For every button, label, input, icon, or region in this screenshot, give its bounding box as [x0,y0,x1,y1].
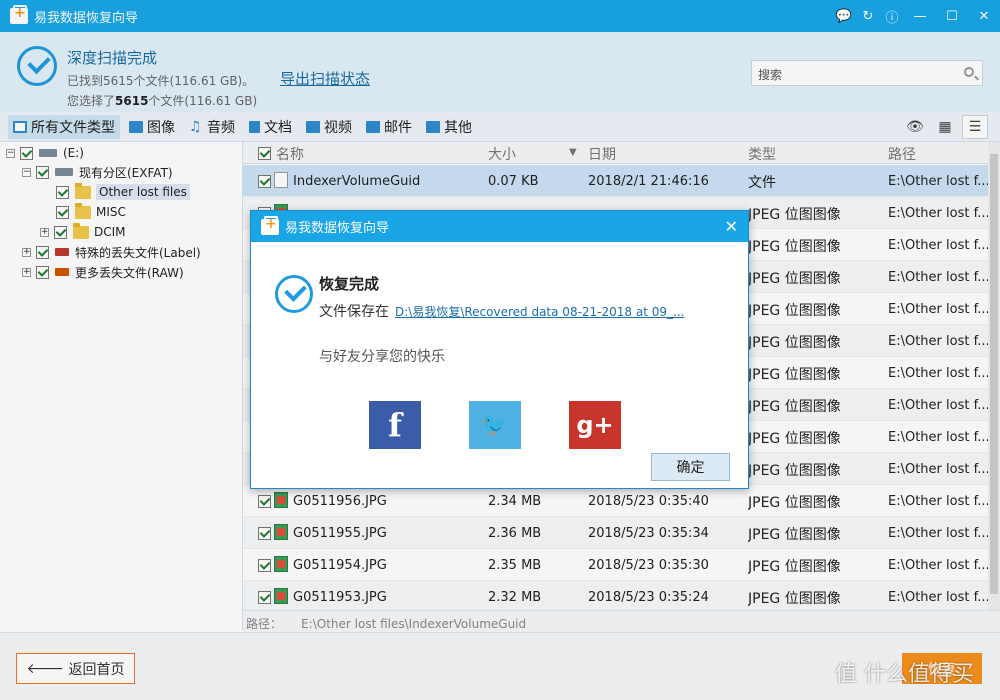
twitter-bird-icon: 🐦 [481,412,509,438]
watermark: 值 什么值得买 [835,662,974,687]
dialog-title: 易我数据恢复向导 [285,221,390,236]
app-icon [261,215,279,235]
recovery-complete-dialog: 易我数据恢复向导 ✕ 恢复完成 文件保存在D:\易我恢复\Recovered d… [250,210,749,489]
google-plus-icon: g+ [576,411,614,439]
facebook-icon: f [388,406,402,444]
google-plus-share-button[interactable]: g+ [569,401,621,449]
ok-button[interactable]: 确定 [651,453,730,481]
facebook-share-button[interactable]: f [369,401,421,449]
dialog-heading: 恢复完成 [319,275,380,293]
share-text: 与好友分享您的快乐 [319,349,445,365]
dialog-title-bar: 易我数据恢复向导 ✕ [251,211,748,242]
dialog-close-icon[interactable]: ✕ [725,217,738,236]
save-location: 文件保存在 D:\易我恢复\Recovered data 08-21-2018 a… [319,304,685,320]
twitter-share-button[interactable]: 🐦 [469,401,521,449]
check-circle-icon [275,275,313,313]
save-path-link[interactable]: D:\易我恢复\Recovered data 08-21-2018 at 09_… [395,305,684,319]
